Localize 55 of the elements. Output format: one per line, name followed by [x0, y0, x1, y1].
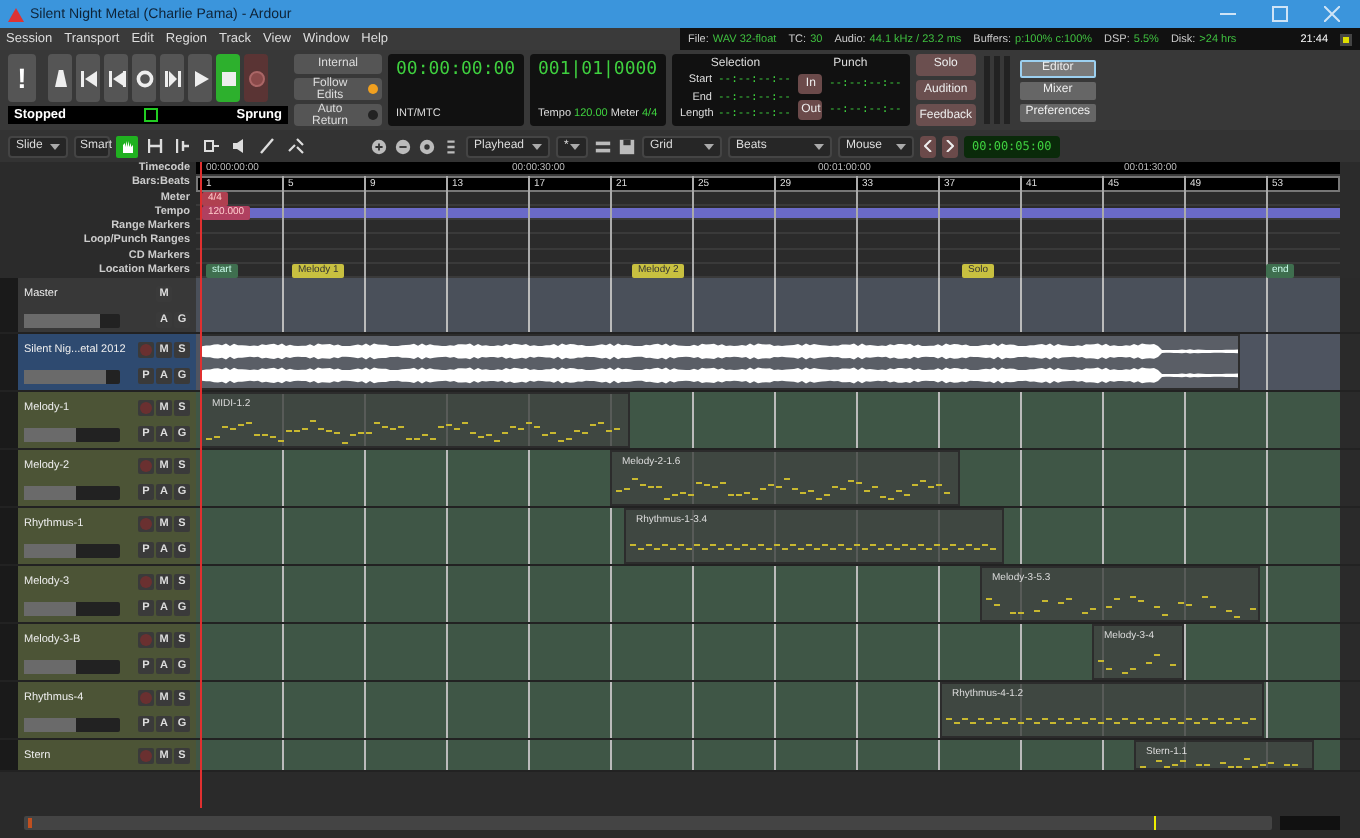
stretch-tool-button[interactable] — [200, 135, 222, 157]
stretch-icon — [203, 138, 219, 154]
play-range-button[interactable] — [160, 54, 184, 102]
caret-icon — [814, 143, 824, 149]
goto-end-icon — [107, 69, 125, 87]
caret-icon — [896, 143, 906, 149]
zoom-out-icon[interactable] — [394, 137, 412, 155]
loop-icon — [135, 69, 153, 87]
goto-end-button[interactable] — [104, 54, 128, 102]
metronome-icon — [51, 69, 69, 87]
record-icon — [247, 69, 265, 87]
internal-edit-icon — [287, 138, 303, 154]
horizontal-scrollbar[interactable] — [24, 816, 1272, 830]
playhead-marker — [1154, 816, 1156, 830]
range-tool-button[interactable] — [144, 135, 166, 157]
draw-tool-button[interactable] — [256, 135, 278, 157]
metronome-button[interactable] — [48, 54, 72, 102]
caret-icon — [570, 143, 580, 149]
caret-icon — [50, 143, 60, 149]
play-button[interactable] — [188, 54, 212, 102]
indicator-icon — [1340, 33, 1352, 45]
midi-notes-drawing — [1098, 654, 1176, 674]
app-logo-icon — [8, 7, 24, 21]
cut-icon — [175, 138, 191, 154]
chevron-left-icon — [924, 140, 932, 152]
panic-button[interactable]: ! — [8, 54, 36, 102]
record-button[interactable] — [244, 54, 268, 102]
grab-tool-button[interactable] — [116, 135, 138, 157]
save-icon[interactable] — [618, 137, 636, 155]
zoom-in-icon[interactable] — [370, 137, 388, 155]
goto-start-icon — [79, 69, 97, 87]
hand-icon — [119, 138, 135, 154]
internal-edit-tool-button[interactable] — [284, 135, 306, 157]
status-indicator-icon — [144, 108, 159, 122]
stop-icon — [219, 69, 237, 87]
clock-time: 00:00:00:00 — [396, 60, 516, 82]
nudge-forward-button[interactable] — [942, 135, 958, 157]
zoom-fit-icon[interactable] — [418, 137, 436, 155]
cut-tool-button[interactable] — [172, 135, 194, 157]
draw-icon — [259, 138, 275, 154]
clock-time: 001|01|0000 — [538, 60, 658, 82]
audition-icon — [231, 138, 247, 154]
caret-icon — [532, 143, 542, 149]
list-icon[interactable] — [442, 137, 460, 155]
play-icon — [191, 69, 209, 87]
nudge-back-button[interactable] — [920, 135, 936, 157]
expand-tracks-icon[interactable] — [594, 137, 612, 155]
range-icon — [147, 138, 163, 154]
loop-button[interactable] — [132, 54, 156, 102]
caret-icon — [704, 143, 714, 149]
chevron-right-icon — [946, 140, 954, 152]
summary-box — [1280, 816, 1340, 830]
goto-start-button[interactable] — [76, 54, 100, 102]
play-range-icon — [163, 69, 181, 87]
scrollbar-thumb[interactable] — [28, 818, 32, 828]
